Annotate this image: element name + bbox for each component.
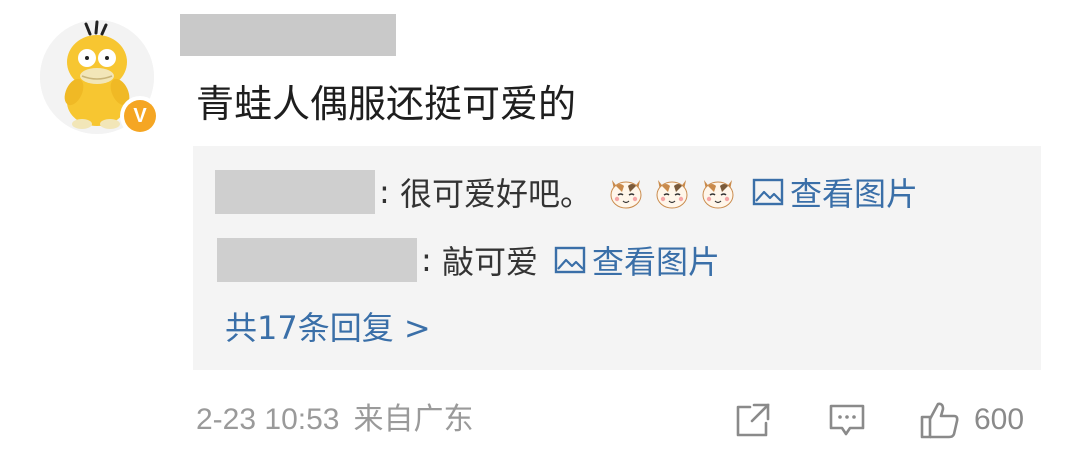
like-icon <box>918 398 962 442</box>
comment-meta: 2-23 10:53 来自广东 <box>196 398 473 442</box>
reply-box: : 很可爱好吧。 查看图片: 敲可爱 查看图片 共17条回复 > <box>193 146 1041 370</box>
comment-text: 青蛙人偶服还挺可爱的 <box>196 82 577 126</box>
more-replies-link[interactable]: 共17条回复 > <box>225 302 431 354</box>
view-image-link[interactable]: 查看图片 <box>750 169 918 215</box>
view-image-link[interactable]: 查看图片 <box>552 237 720 283</box>
comment-location: 来自广东 <box>353 402 474 437</box>
share-button[interactable] <box>732 396 774 444</box>
image-icon <box>750 174 786 210</box>
view-image-label: 查看图片 <box>591 243 720 281</box>
reply-separator: : <box>421 241 442 279</box>
cat-face-emoji <box>606 172 646 212</box>
emoji-group <box>606 172 738 212</box>
cat-face-emoji <box>652 172 692 212</box>
reply-button[interactable] <box>826 396 868 444</box>
view-image-label: 查看图片 <box>789 175 918 213</box>
reply-item[interactable]: : 很可爱好吧。 查看图片 <box>193 164 918 220</box>
reply-username-redacted[interactable] <box>217 238 417 282</box>
reply-icon <box>826 399 868 441</box>
cat-face-emoji <box>698 172 738 212</box>
reply-text: 很可爱好吧。 <box>399 175 592 213</box>
share-icon <box>732 399 774 441</box>
verified-badge-icon: V <box>120 96 160 136</box>
comment-timestamp: 2-23 10:53 <box>196 403 340 436</box>
image-icon <box>552 242 588 278</box>
reply-username-redacted[interactable] <box>215 170 375 214</box>
like-count: 600 <box>974 403 1025 436</box>
like-button[interactable]: 600 <box>918 396 1024 444</box>
weibo-comment: V 青蛙人偶服还挺可爱的 : 很可爱好吧。 查看图片: 敲可爱 查看图片 共1… <box>0 0 1080 451</box>
username-redacted[interactable] <box>180 14 396 56</box>
reply-item[interactable]: : 敲可爱 查看图片 <box>193 232 720 288</box>
reply-text: 敲可爱 <box>441 243 538 281</box>
reply-separator: : <box>379 173 400 211</box>
